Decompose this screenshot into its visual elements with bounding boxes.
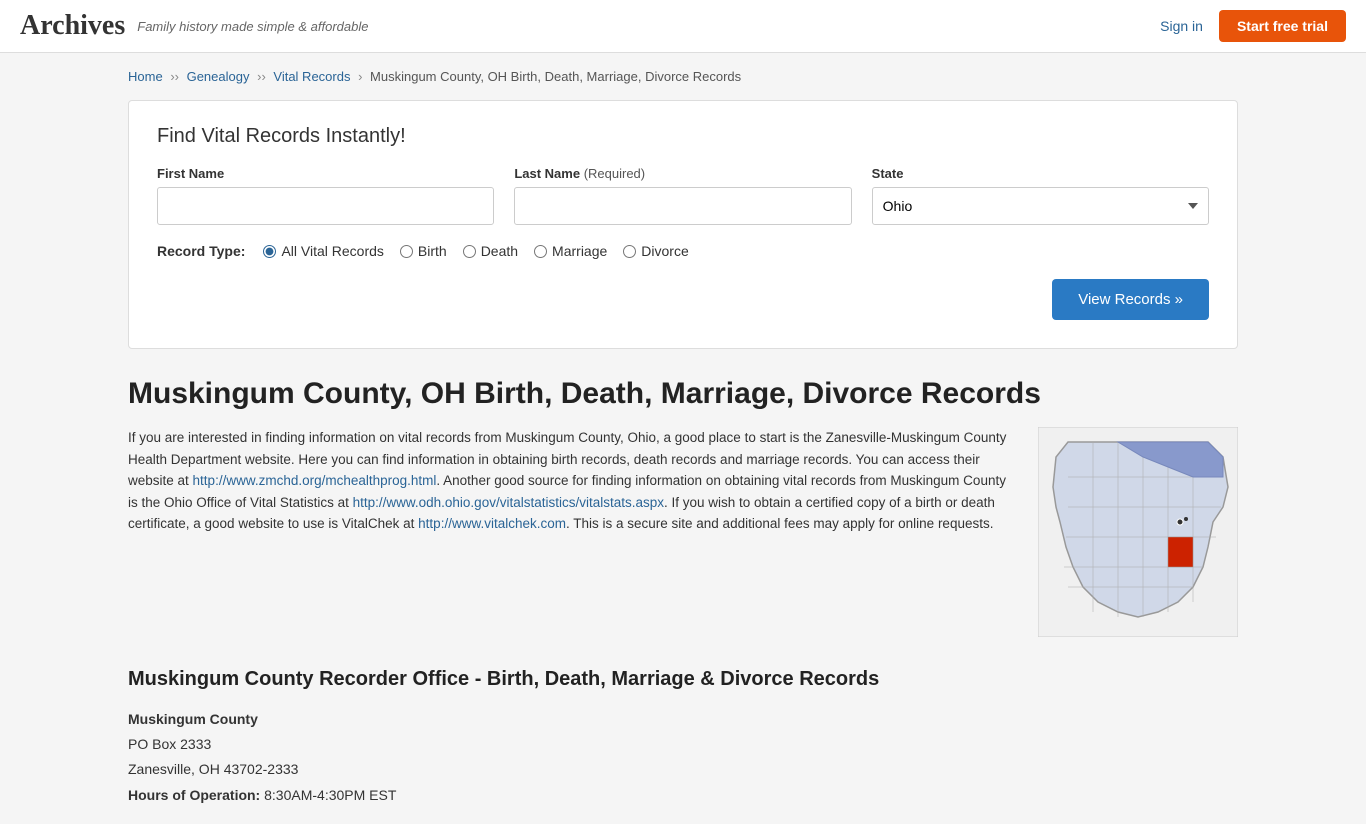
link-vitalchek[interactable]: http://www.vitalchek.com (418, 516, 566, 531)
radio-all-vital[interactable]: All Vital Records (263, 243, 383, 259)
county-name: Muskingum County (128, 707, 1238, 732)
view-records-button[interactable]: View Records » (1052, 279, 1209, 320)
header-left: Archives Family history made simple & af… (20, 10, 368, 42)
radio-birth-label: Birth (418, 243, 447, 259)
link-odh[interactable]: http://www.odh.ohio.gov/vitalstatistics/… (353, 495, 664, 510)
state-label: State (872, 166, 1209, 181)
last-name-label: Last Name (Required) (514, 166, 851, 181)
radio-death-label: Death (481, 243, 518, 259)
radio-death[interactable]: Death (463, 243, 518, 259)
address-line1: PO Box 2333 (128, 732, 1238, 757)
last-name-group: Last Name (Required) (514, 166, 851, 225)
site-tagline: Family history made simple & affordable (137, 19, 368, 34)
radio-group: All Vital Records Birth Death Marriage D… (263, 243, 688, 259)
logo-text: Archives (20, 10, 125, 41)
body-paragraph: If you are interested in finding informa… (128, 427, 1014, 535)
sign-in-link[interactable]: Sign in (1160, 18, 1203, 34)
breadcrumb-sep1: ›› (170, 69, 182, 84)
body-text-4: . This is a secure site and additional f… (566, 516, 994, 531)
ohio-map-container (1038, 427, 1238, 640)
breadcrumb-home[interactable]: Home (128, 69, 163, 84)
page-title: Muskingum County, OH Birth, Death, Marri… (128, 377, 1238, 411)
site-header: Archives Family history made simple & af… (0, 0, 1366, 53)
first-name-label: First Name (157, 166, 494, 181)
hours-of-operation: Hours of Operation: 8:30AM-4:30PM EST (128, 783, 1238, 808)
required-indicator: (Required) (584, 166, 645, 181)
recorder-section: Muskingum County Recorder Office - Birth… (128, 668, 1238, 808)
breadcrumb-genealogy[interactable]: Genealogy (187, 69, 250, 84)
breadcrumb-vital-records[interactable]: Vital Records (273, 69, 350, 84)
content-section: If you are interested in finding informa… (128, 427, 1238, 640)
state-select[interactable]: All United States Alabama Alaska Arizona… (872, 187, 1209, 225)
hours-label: Hours of Operation: (128, 787, 260, 803)
recorder-title: Muskingum County Recorder Office - Birth… (128, 668, 1238, 691)
radio-divorce-label: Divorce (641, 243, 688, 259)
site-logo: Archives (20, 10, 125, 42)
search-title: Find Vital Records Instantly! (157, 125, 1209, 148)
radio-birth-input[interactable] (400, 245, 413, 258)
radio-divorce[interactable]: Divorce (623, 243, 688, 259)
link-zmchd[interactable]: http://www.zmchd.org/mchealthprog.html (193, 473, 437, 488)
last-name-input[interactable] (514, 187, 851, 225)
first-name-input[interactable] (157, 187, 494, 225)
breadcrumb-current: Muskingum County, OH Birth, Death, Marri… (370, 69, 741, 84)
view-records-container: View Records » (157, 279, 1209, 320)
radio-divorce-input[interactable] (623, 245, 636, 258)
address-line2: Zanesville, OH 43702-2333 (128, 757, 1238, 782)
breadcrumb-sep2: ›› (257, 69, 269, 84)
hours-value: 8:30AM-4:30PM EST (264, 787, 396, 803)
record-type-label: Record Type: (157, 243, 245, 259)
body-text: If you are interested in finding informa… (128, 427, 1014, 640)
search-box: Find Vital Records Instantly! First Name… (128, 100, 1238, 349)
address-block: Muskingum County PO Box 2333 Zanesville,… (128, 707, 1238, 808)
radio-marriage-label: Marriage (552, 243, 607, 259)
radio-birth[interactable]: Birth (400, 243, 447, 259)
breadcrumb-sep3: › (358, 69, 366, 84)
header-right: Sign in Start free trial (1160, 10, 1346, 42)
free-trial-button[interactable]: Start free trial (1219, 10, 1346, 42)
record-type-row: Record Type: All Vital Records Birth Dea… (157, 243, 1209, 259)
radio-all-vital-label: All Vital Records (281, 243, 383, 259)
breadcrumb: Home ›› Genealogy ›› Vital Records › Mus… (128, 69, 1238, 84)
radio-marriage[interactable]: Marriage (534, 243, 607, 259)
main-content: Home ›› Genealogy ›› Vital Records › Mus… (108, 53, 1258, 824)
ohio-map-svg (1038, 427, 1238, 637)
first-name-group: First Name (157, 166, 494, 225)
radio-death-input[interactable] (463, 245, 476, 258)
fields-row: First Name Last Name (Required) State Al… (157, 166, 1209, 225)
radio-marriage-input[interactable] (534, 245, 547, 258)
state-group: State All United States Alabama Alaska A… (872, 166, 1209, 225)
radio-all-vital-input[interactable] (263, 245, 276, 258)
